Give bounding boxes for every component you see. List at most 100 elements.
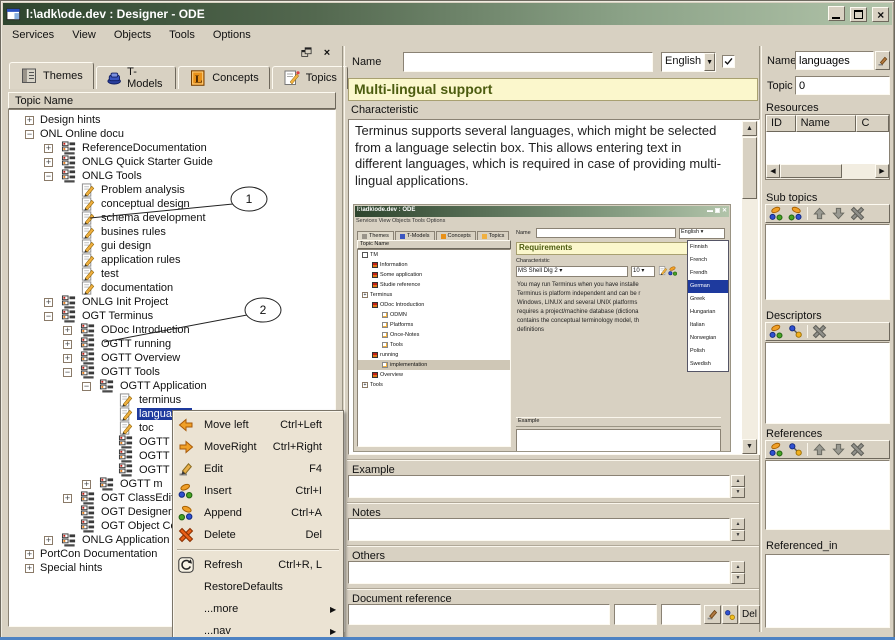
resources-hscrollbar[interactable]: ◀ ▶ [766, 164, 889, 179]
prop-name-edit-button[interactable] [875, 51, 890, 70]
expand-icon[interactable]: + [44, 298, 53, 307]
append-button[interactable] [788, 206, 803, 221]
notes-stepper[interactable]: ▲▼ [731, 518, 745, 541]
up-button[interactable] [812, 206, 827, 221]
resources-column-id[interactable]: ID [766, 115, 796, 132]
tree-item[interactable]: −ONL Online docu [9, 127, 335, 141]
tab-concepts[interactable]: LConcepts [178, 66, 269, 89]
expand-icon[interactable]: + [25, 550, 34, 559]
expand-icon[interactable]: + [63, 326, 72, 335]
maximize-button[interactable] [850, 7, 867, 22]
context-menu-item[interactable]: Move left Ctrl+Left [174, 414, 342, 436]
tree-item[interactable]: +ODoc Introduction [9, 323, 335, 337]
insert-button[interactable] [769, 442, 784, 457]
expand-icon[interactable]: + [63, 354, 72, 363]
tree-item[interactable]: conceptual design [9, 197, 335, 211]
down-button[interactable] [831, 442, 846, 457]
tree-item[interactable]: −OGT Terminus [9, 309, 335, 323]
collapse-icon[interactable]: − [44, 172, 53, 181]
document-reference-link-button[interactable] [722, 605, 738, 624]
expand-icon[interactable]: + [25, 116, 34, 125]
language-checkbox[interactable] [722, 55, 735, 68]
tree-item[interactable]: application rules [9, 253, 335, 267]
scroll-right-icon[interactable]: ▶ [875, 164, 889, 178]
context-menu-item[interactable]: Refresh Ctrl+R, L [174, 554, 342, 576]
delete-grey-button[interactable] [850, 206, 865, 221]
scrollbar-thumb[interactable] [780, 164, 842, 178]
chevron-down-icon[interactable]: ▼ [704, 53, 715, 71]
expand-icon[interactable]: + [25, 564, 34, 573]
tree-item[interactable]: gui design [9, 239, 335, 253]
prop-name-input[interactable] [795, 51, 874, 70]
menu-options[interactable]: Options [204, 27, 260, 43]
scroll-left-icon[interactable]: ◀ [766, 164, 780, 178]
scrollbar-thumb[interactable] [742, 137, 757, 199]
characteristic-scrollbar[interactable]: ▲ ▼ [742, 121, 758, 454]
context-menu-item[interactable]: Edit F4 [174, 458, 342, 480]
insert-button[interactable] [769, 206, 784, 221]
menu-tools[interactable]: Tools [160, 27, 204, 43]
tree-item[interactable]: −OGTT Tools [9, 365, 335, 379]
float-panel-icon[interactable] [300, 46, 314, 59]
tree-item[interactable]: terminus [9, 393, 335, 407]
others-input[interactable] [348, 561, 730, 584]
language-select[interactable]: English ▼ [661, 52, 716, 72]
menu-services[interactable]: Services [3, 27, 63, 43]
scroll-up-icon[interactable]: ▲ [742, 121, 757, 136]
resources-table[interactable]: IDNameC ◀ ▶ [765, 114, 890, 180]
tree-item[interactable]: −OGTT Application [9, 379, 335, 393]
sub-topics-list[interactable] [765, 224, 890, 300]
up-button[interactable] [812, 442, 827, 457]
tree-item[interactable]: +OGTT Overview [9, 351, 335, 365]
expand-icon[interactable]: + [44, 536, 53, 545]
context-menu-item[interactable]: RestoreDefaults [174, 576, 342, 598]
delete-grey-button[interactable] [850, 442, 865, 457]
document-reference-edit-button[interactable] [704, 605, 721, 624]
close-button[interactable]: × [872, 7, 889, 22]
context-menu-item[interactable]: Insert Ctrl+I [174, 480, 342, 502]
menu-view[interactable]: View [63, 27, 105, 43]
tree-item[interactable]: test [9, 267, 335, 281]
scroll-down-icon[interactable]: ▼ [742, 439, 757, 454]
resources-column-name[interactable]: Name [796, 115, 857, 132]
link-button[interactable] [788, 442, 803, 457]
document-reference-input[interactable] [348, 604, 610, 625]
down-button[interactable] [831, 206, 846, 221]
tree-item[interactable]: +ONLG Quick Starter Guide [9, 155, 335, 169]
context-menu-item[interactable]: ...more ▶ [174, 598, 342, 620]
context-menu-item[interactable]: Append Ctrl+A [174, 502, 342, 524]
collapse-icon[interactable]: − [82, 382, 91, 391]
tree-item[interactable]: documentation [9, 281, 335, 295]
notes-input[interactable] [348, 518, 730, 541]
topic-input[interactable] [795, 76, 890, 95]
tab-topics[interactable]: Topics [272, 66, 348, 89]
expand-icon[interactable]: + [44, 144, 53, 153]
title-bar[interactable]: l:\adk\ode.dev : Designer - ODE × [3, 3, 892, 25]
menu-objects[interactable]: Objects [105, 27, 160, 43]
example-stepper[interactable]: ▲▼ [731, 475, 745, 498]
document-reference-field-2[interactable] [614, 604, 657, 625]
tree-item[interactable]: +ONLG Init Project [9, 295, 335, 309]
tree-item[interactable]: schema development [9, 211, 335, 225]
tab-tmodels[interactable]: T-Models [96, 66, 176, 89]
expand-icon[interactable]: + [44, 158, 53, 167]
name-input[interactable] [403, 52, 653, 72]
resources-column-c[interactable]: C [856, 115, 889, 132]
close-panel-icon[interactable]: × [320, 46, 334, 59]
expand-icon[interactable]: + [63, 340, 72, 349]
document-reference-field-3[interactable] [661, 604, 701, 625]
minimize-button[interactable] [828, 6, 845, 21]
collapse-icon[interactable]: − [25, 130, 34, 139]
characteristic-editor[interactable]: Terminus supports several languages, whi… [348, 119, 760, 455]
example-input[interactable] [348, 475, 730, 498]
link-button[interactable] [788, 324, 803, 339]
insert-button[interactable] [769, 324, 784, 339]
expand-icon[interactable]: + [82, 480, 91, 489]
references-list[interactable] [765, 460, 890, 530]
topic-name-header[interactable]: Topic Name [8, 92, 336, 109]
tree-item[interactable]: +Design hints [9, 113, 335, 127]
collapse-icon[interactable]: − [44, 312, 53, 321]
tab-themes[interactable]: Themes [9, 62, 94, 89]
tree-item[interactable]: +ReferenceDocumentation [9, 141, 335, 155]
referenced-in-list[interactable] [765, 554, 890, 628]
